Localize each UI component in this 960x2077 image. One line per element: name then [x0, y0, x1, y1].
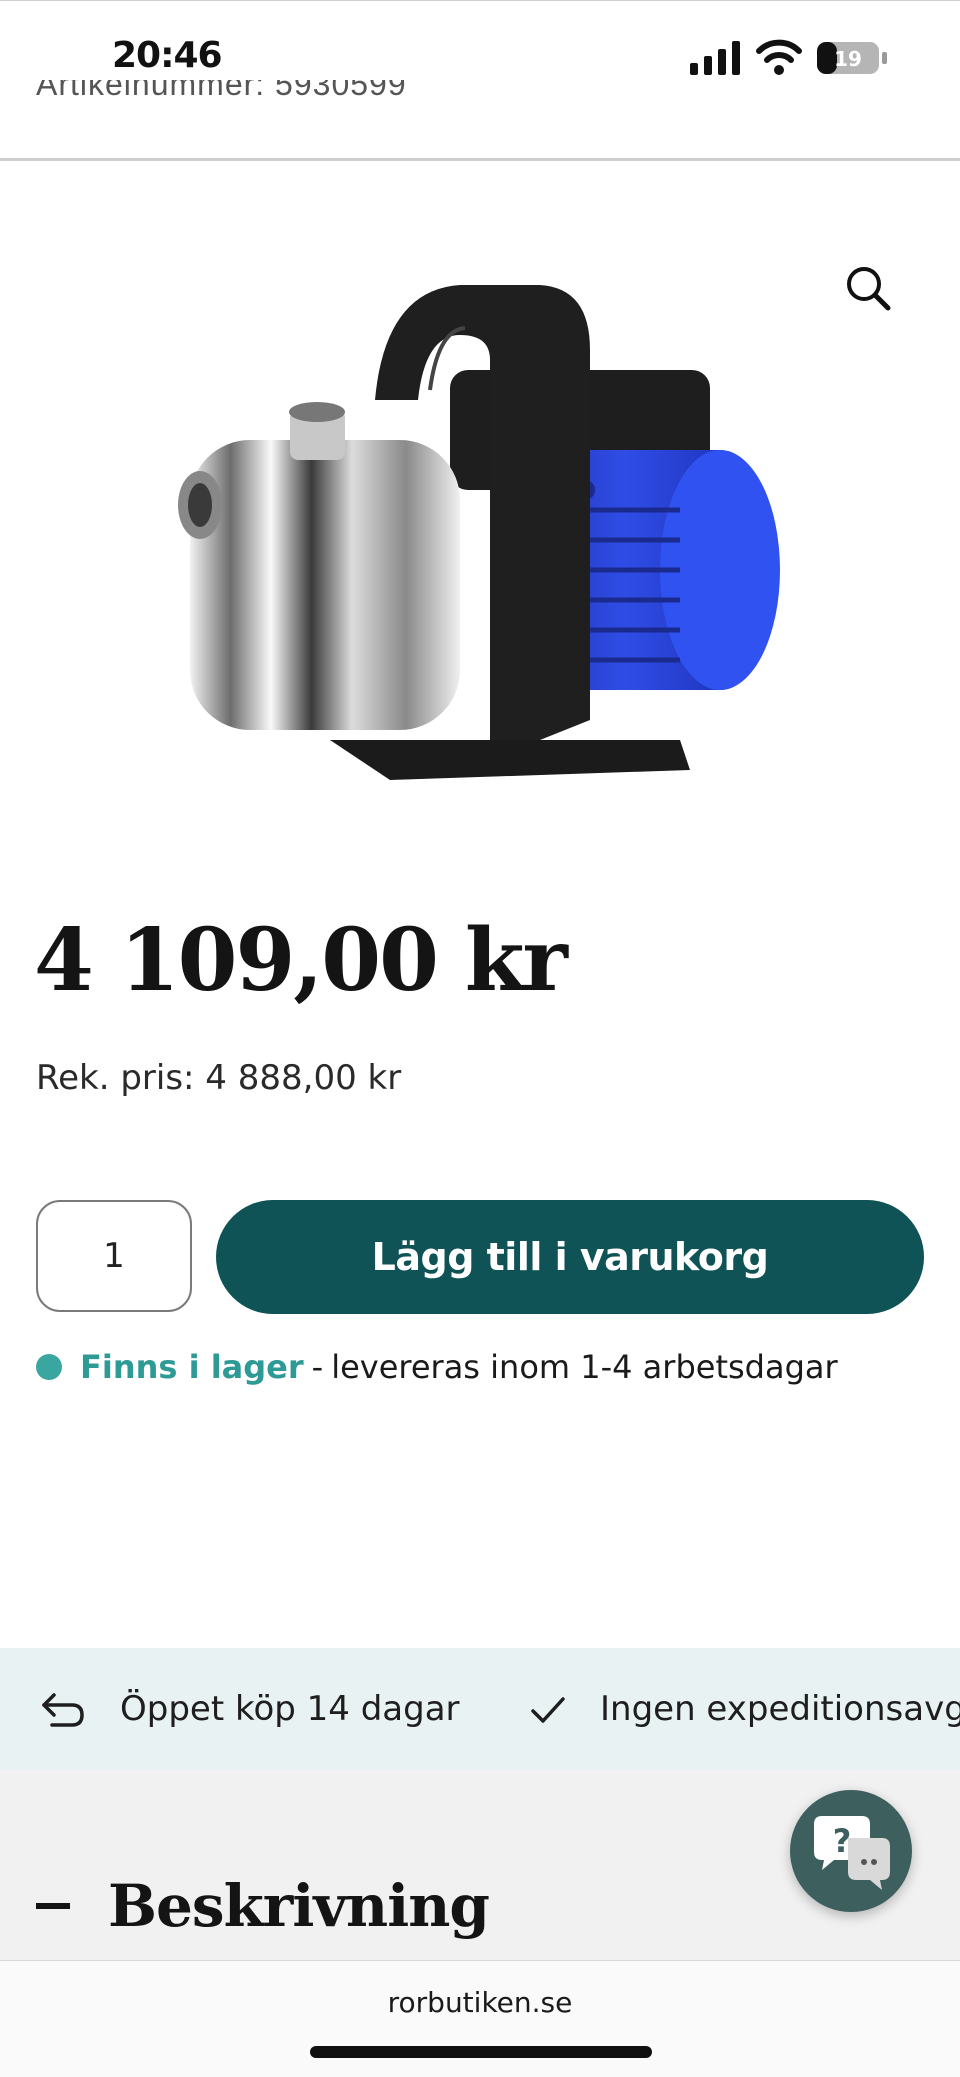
description-title: Beskrivning: [108, 1872, 490, 1940]
chat-question-glyph: ?: [833, 1822, 852, 1860]
battery-icon: 19: [817, 42, 887, 74]
wifi-icon: [756, 39, 802, 75]
usp-item-no-fee: Ingen expeditionsavgift: [530, 1648, 960, 1770]
battery-level: 19: [834, 47, 862, 71]
recommended-price: Rek. pris: 4 888,00 kr: [36, 1058, 402, 1098]
header-divider: [0, 158, 960, 161]
cellular-signal-icon: [690, 41, 740, 75]
add-to-cart-button[interactable]: Lägg till i varukorg: [216, 1200, 924, 1314]
collapse-minus-icon: [36, 1903, 70, 1909]
usp-strip: Öppet köp 14 dagar Ingen expeditionsavgi…: [0, 1648, 960, 1770]
url-text[interactable]: rorbutiken.se: [0, 1986, 960, 2019]
return-arrow-icon: [42, 1693, 84, 1727]
stock-label: Finns i lager: [80, 1348, 304, 1386]
help-chat-button[interactable]: ?: [790, 1790, 912, 1912]
zoom-icon[interactable]: [842, 262, 894, 314]
water-pump-product-image[interactable]: [160, 270, 800, 830]
quantity-input[interactable]: 1: [36, 1200, 192, 1312]
article-number-text: Artikelnummer: 5930599: [36, 80, 407, 102]
delivery-time-text: levereras inom 1-4 arbetsdagar: [331, 1348, 838, 1386]
checkmark-icon: [531, 1697, 565, 1723]
help-chat-icon: ?: [814, 1816, 890, 1890]
product-price: 4 109,00 kr: [34, 910, 568, 1011]
article-number-remnant: Artikelnummer: 5930599: [36, 80, 636, 120]
stock-indicator-dot: [36, 1354, 62, 1380]
description-toggle[interactable]: Beskrivning: [36, 1872, 490, 1940]
usp-item-open-purchase: Öppet köp 14 dagar: [40, 1648, 460, 1770]
stock-separator: -: [311, 1348, 324, 1386]
status-time: 20:46: [112, 35, 223, 76]
stock-status: Finns i lager - levereras inom 1-4 arbet…: [36, 1348, 838, 1386]
home-indicator[interactable]: [310, 2046, 652, 2058]
usp-label: Ingen expeditionsavgift: [600, 1689, 960, 1729]
usp-label: Öppet köp 14 dagar: [120, 1689, 460, 1729]
